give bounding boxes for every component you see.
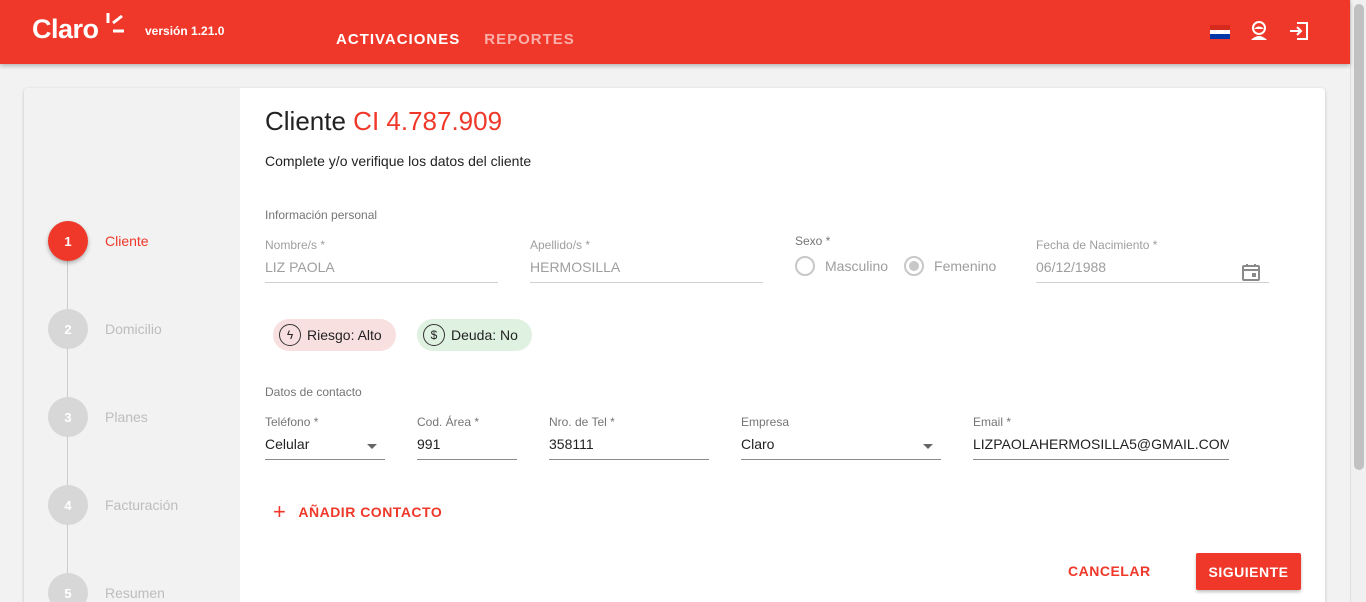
add-contact-button[interactable]: + AÑADIR CONTACTO	[273, 501, 442, 523]
step-label: Facturación	[105, 497, 179, 513]
deuda-chip: $ Deuda: No	[417, 319, 532, 351]
step-label: Cliente	[105, 233, 149, 249]
field-label: Fecha de Nacimiento *	[1036, 238, 1158, 252]
cod-area-field[interactable]: Cod. Área * 991	[417, 415, 517, 460]
step-number: 5	[48, 573, 88, 602]
radio-selected-icon	[904, 256, 925, 276]
radio-label: Masculino	[825, 258, 889, 274]
scrollbar-thumb[interactable]	[1354, 4, 1364, 470]
email-field[interactable]: Email * LIZPAOLAHERMOSILLA5@GMAIL.COM	[973, 415, 1229, 460]
step-number: 3	[48, 397, 88, 437]
apellido-field[interactable]: Apellido/s * HERMOSILLA	[530, 238, 763, 283]
field-label: Nro. de Tel *	[549, 415, 615, 429]
step-number: 2	[48, 309, 88, 349]
dollar-icon: $	[423, 324, 445, 346]
field-label: Email *	[973, 415, 1012, 429]
radio-label: Femenino	[934, 258, 997, 274]
page-subtitle: Complete y/o verifique los datos del cli…	[265, 153, 532, 169]
dropdown-arrow-icon	[367, 444, 377, 449]
step-planes[interactable]: 3 Planes	[48, 397, 148, 437]
step-resumen[interactable]: 5 Resumen	[48, 573, 165, 602]
lightning-icon: ϟ	[279, 324, 301, 346]
stepper: 1 Cliente 2 Domicilio 3 Planes 4 Factura…	[24, 88, 240, 602]
vertical-scrollbar[interactable]	[1350, 0, 1366, 602]
field-value: Claro	[741, 436, 775, 452]
nro-tel-field[interactable]: Nro. de Tel * 358111	[549, 415, 709, 460]
contact-section-label: Datos de contacto	[265, 385, 362, 399]
field-underline	[530, 282, 763, 283]
step-number: 4	[48, 485, 88, 525]
nav-reportes[interactable]: REPORTES	[484, 31, 575, 48]
add-contact-label: AÑADIR CONTACTO	[298, 504, 443, 520]
field-value: 991	[417, 436, 441, 452]
claro-logo-icon	[106, 13, 124, 33]
field-underline	[417, 459, 517, 460]
nav-activaciones[interactable]: ACTIVACIONES	[336, 31, 460, 48]
dropdown-arrow-icon	[923, 444, 933, 449]
cancel-button[interactable]: CANCELAR	[1068, 563, 1151, 579]
personal-section-label: Información personal	[265, 208, 378, 222]
field-label: Cod. Área *	[417, 415, 480, 429]
fecha-nacimiento-field[interactable]: Fecha de Nacimiento * 06/12/1988	[1036, 238, 1269, 283]
step-label: Resumen	[105, 585, 165, 601]
sexo-radio-group: Masculino Femenino	[795, 256, 1012, 276]
claro-logo[interactable]: Claro	[32, 13, 124, 45]
field-label: Nombre/s *	[265, 238, 326, 252]
title-prefix: Cliente	[265, 106, 346, 136]
step-facturacion[interactable]: 4 Facturación	[48, 485, 178, 525]
activation-card: 1 Cliente 2 Domicilio 3 Planes 4 Factura…	[24, 88, 1325, 602]
logout-icon[interactable]	[1288, 20, 1310, 42]
field-underline	[265, 282, 498, 283]
field-label: Teléfono *	[265, 415, 319, 429]
page-title: Cliente CI 4.787.909	[265, 106, 502, 137]
plus-icon: +	[273, 499, 287, 524]
calendar-icon[interactable]	[1241, 262, 1261, 282]
field-value: 06/12/1988	[1036, 259, 1107, 275]
main-nav: ACTIVACIONES REPORTES	[336, 31, 575, 48]
telefono-select[interactable]: Teléfono * Celular	[265, 415, 385, 460]
chip-label: Deuda: No	[451, 327, 518, 343]
next-button[interactable]: SIGUIENTE	[1196, 553, 1301, 590]
chip-label: Riesgo: Alto	[307, 327, 382, 343]
sexo-label: Sexo *	[795, 234, 831, 248]
field-label: Apellido/s *	[530, 238, 591, 252]
paraguay-flag-icon[interactable]	[1210, 25, 1230, 40]
radio-femenino[interactable]: Femenino	[904, 256, 996, 276]
step-number: 1	[48, 221, 88, 261]
step-label: Planes	[105, 409, 148, 425]
radio-circle-icon	[795, 256, 815, 276]
brand-name: Claro	[32, 14, 99, 44]
step-cliente[interactable]: 1 Cliente	[48, 221, 149, 261]
radio-masculino[interactable]: Masculino	[795, 256, 888, 276]
app-version: versión 1.21.0	[145, 24, 225, 38]
field-underline	[973, 459, 1229, 460]
top-app-bar: Claro versión 1.21.0 ACTIVACIONES REPORT…	[0, 0, 1350, 64]
client-id: CI 4.787.909	[353, 106, 503, 136]
top-actions	[1210, 20, 1310, 42]
field-value: HERMOSILLA	[530, 259, 621, 275]
field-underline	[265, 459, 385, 460]
field-underline	[549, 459, 709, 460]
nombre-field[interactable]: Nombre/s * LIZ PAOLA	[265, 238, 498, 283]
step-label: Domicilio	[105, 321, 162, 337]
empresa-select[interactable]: Empresa Claro	[741, 415, 941, 460]
field-value: LIZPAOLAHERMOSILLA5@GMAIL.COM	[973, 436, 1229, 452]
user-icon[interactable]	[1248, 20, 1270, 42]
field-underline	[1036, 282, 1269, 283]
step-domicilio[interactable]: 2 Domicilio	[48, 309, 162, 349]
field-underline	[741, 459, 941, 460]
field-value: 358111	[549, 436, 594, 452]
field-value: LIZ PAOLA	[265, 259, 335, 275]
riesgo-chip: ϟ Riesgo: Alto	[273, 319, 396, 351]
field-label: Empresa	[741, 415, 790, 429]
